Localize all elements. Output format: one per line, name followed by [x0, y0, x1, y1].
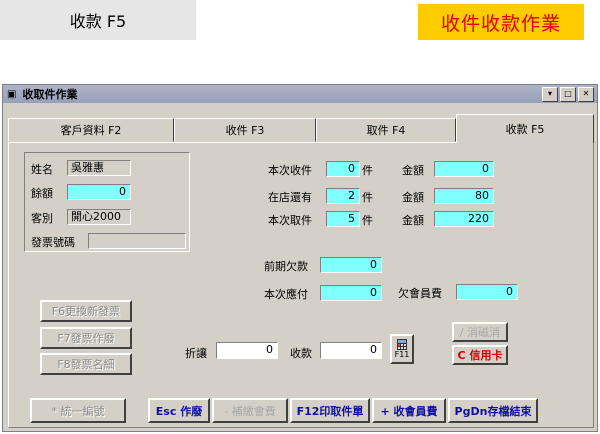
header-tab-label: 收款 F5	[0, 0, 196, 40]
receive-input[interactable]: 0	[320, 342, 382, 359]
summary-row-unit: 件	[362, 191, 373, 204]
summary-row-label: 本次收件	[268, 164, 312, 177]
maximize-icon[interactable]: □	[560, 86, 576, 102]
window-title: 收取件作業	[22, 88, 78, 101]
tab-receive-items[interactable]: 收件 F3	[174, 118, 316, 142]
summary-row-amount: 0	[434, 161, 494, 177]
summary-row-count: 0	[326, 161, 360, 177]
invoice-label: 發票號碼	[31, 236, 75, 249]
banner-title: 收件收款作業	[418, 4, 584, 40]
summary-row-unit: 件	[362, 164, 373, 177]
replace-invoice-button[interactable]: F6更換新發票	[40, 300, 132, 322]
customer-name: 吳雅惠	[67, 160, 131, 176]
name-label: 姓名	[31, 163, 53, 176]
receive-label: 收款	[290, 347, 312, 360]
amount-due-label: 本次應付	[264, 288, 308, 301]
summary-row-label: 在店還有	[268, 191, 312, 204]
print-pickup-slip-button[interactable]: F12印取件單	[290, 398, 370, 423]
invoice-detail-button[interactable]: F8發票名細	[40, 353, 132, 375]
save-and-exit-button[interactable]: PgDn存檔結束	[448, 398, 538, 423]
close-icon[interactable]: ✕	[578, 86, 594, 102]
void-invoice-button[interactable]: F7發票作廢	[40, 327, 132, 349]
customer-type: 開心2000	[67, 209, 131, 225]
balance-field: 0	[67, 184, 131, 200]
tax-id-button[interactable]: * 統一編號	[30, 398, 126, 423]
summary-row-amount-label: 金額	[402, 214, 424, 227]
member-fee-field: 0	[456, 284, 518, 300]
summary-row-amount-label: 金額	[402, 164, 424, 177]
collect-member-fee-button[interactable]: + 收會員費	[372, 398, 446, 423]
tab-customer[interactable]: 客戶資料 F2	[8, 118, 174, 142]
prev-debt-field: 0	[320, 257, 382, 273]
credit-card-button[interactable]: C 信用卡	[452, 345, 508, 365]
pay-fee-button[interactable]: - 補繳會費	[212, 398, 288, 423]
discount-input[interactable]: 0	[216, 342, 278, 359]
demagnetize-button[interactable]: / 消磁消	[452, 322, 508, 342]
prev-debt-label: 前期欠款	[264, 260, 308, 273]
summary-row-count: 5	[326, 211, 360, 227]
tab-payment[interactable]: 收款 F5	[456, 114, 594, 143]
app-icon: ▣	[7, 88, 17, 100]
cancel-button[interactable]: Esc 作廢	[148, 398, 210, 423]
invoice-number-field[interactable]	[88, 233, 186, 249]
summary-row-amount-label: 金額	[402, 191, 424, 204]
title-bar: ▣ 收取件作業 ▾ □ ✕	[3, 85, 597, 103]
tab-pickup-items[interactable]: 取件 F4	[316, 118, 456, 142]
discount-label: 折讓	[185, 347, 207, 360]
summary-row-label: 本次取件	[268, 214, 312, 227]
balance-label: 餘額	[31, 187, 53, 200]
amount-due-field: 0	[320, 285, 382, 301]
summary-row-amount: 220	[434, 211, 494, 227]
member-fee-label: 欠會員費	[398, 287, 442, 300]
summary-row-unit: 件	[362, 214, 373, 227]
customer-type-label: 客別	[31, 212, 53, 225]
cash-drawer-button[interactable]: F11	[390, 334, 414, 364]
calculator-icon	[397, 339, 407, 350]
minimize-icon[interactable]: ▾	[542, 86, 558, 102]
summary-row-amount: 80	[434, 188, 494, 204]
summary-row-count: 2	[326, 188, 360, 204]
